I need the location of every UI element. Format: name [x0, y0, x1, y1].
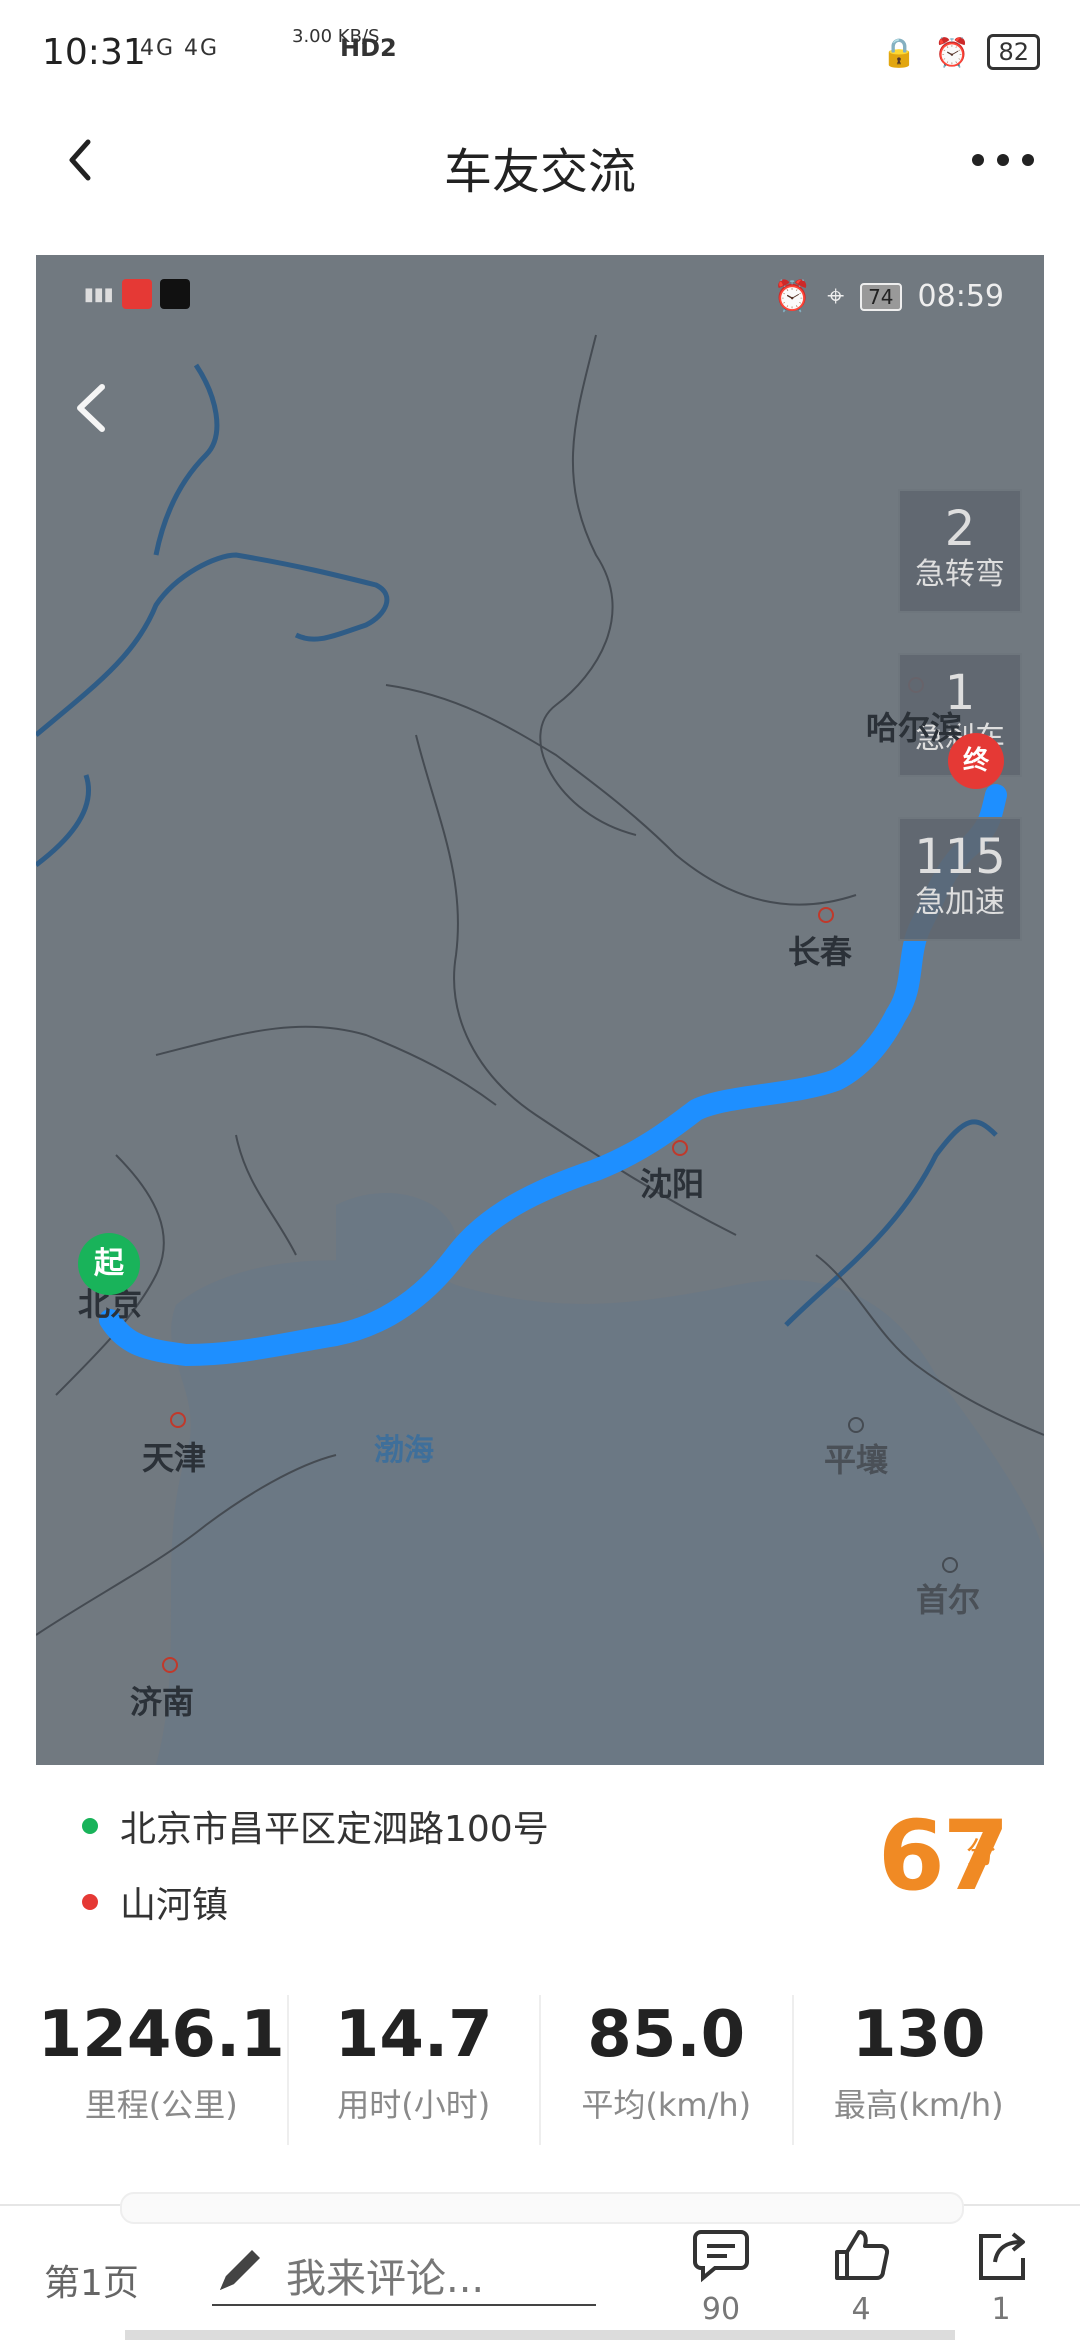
- metric-value: 1246.1: [37, 1998, 285, 2072]
- sharp-turn-stat: 2 急转弯: [898, 489, 1022, 613]
- more-button[interactable]: [968, 140, 1038, 180]
- location-icon: ⌖: [827, 279, 845, 314]
- alarm-icon: ⏰: [773, 279, 812, 314]
- comment-input[interactable]: 我来评论...: [212, 2236, 596, 2306]
- metric-max-speed: 130 最高(km/h): [794, 1995, 1045, 2145]
- home-indicator: [125, 2330, 955, 2340]
- map-canvas: [36, 255, 1044, 1765]
- map-battery-indicator: 74: [860, 282, 902, 311]
- score-unit: 分: [966, 1836, 996, 1871]
- share-count: 1: [991, 2292, 1011, 2327]
- end-marker[interactable]: 终: [948, 733, 1004, 789]
- metric-duration: 14.7 用时(小时): [289, 1995, 541, 2145]
- map-status-bar: ▮▮▮ ⏰ ⌖ 74 08:59: [36, 273, 1044, 323]
- city-label: 平壤: [824, 1441, 889, 1479]
- share-button[interactable]: 1: [956, 2226, 1046, 2327]
- metric-value: 14.7: [334, 1998, 493, 2072]
- metric-label: 平均(km/h): [581, 2086, 752, 2124]
- status-time: 10:31: [42, 32, 146, 73]
- metric-distance: 1246.1 里程(公里): [36, 1995, 289, 2145]
- thumbs-up-icon: [835, 2230, 890, 2280]
- page-title: 车友交流: [443, 144, 636, 200]
- city-label: 哈尔滨: [866, 709, 963, 747]
- sharp-turn-count: 2: [944, 501, 976, 557]
- alarm-icon: ⏰: [934, 35, 970, 69]
- city-label: 济南: [130, 1683, 195, 1721]
- metric-value: 130: [851, 1998, 986, 2072]
- like-count: 4: [851, 2292, 871, 2327]
- trip-metrics: 1246.1 里程(公里) 14.7 用时(小时) 85.0 平均(km/h) …: [36, 1995, 1044, 2145]
- bottom-action-bar: 第1页 我来评论... 90 4 1: [0, 2192, 1080, 2342]
- mic-icon: [121, 279, 152, 309]
- rapid-accel-count: 115: [914, 829, 1006, 885]
- city-label: 沈阳: [640, 1165, 705, 1203]
- comment-placeholder: 我来评论...: [286, 2256, 485, 2302]
- route-map[interactable]: ▮▮▮ ⏰ ⌖ 74 08:59 2 急转弯 1 急刹车 115 急加速 哈尔滨…: [36, 255, 1044, 1765]
- network-indicator: 4G 4G: [140, 36, 220, 61]
- start-marker[interactable]: 起: [78, 1233, 140, 1295]
- city-label: 首尔: [916, 1581, 981, 1619]
- map-status-time: 08:59: [917, 279, 1004, 314]
- comment-icon: [693, 2230, 749, 2283]
- start-dot: [82, 1818, 98, 1834]
- battery-indicator: 82: [987, 34, 1040, 70]
- sea-label: 渤海: [374, 1433, 434, 1468]
- app-header: 车友交流: [0, 110, 1080, 270]
- map-back-button[interactable]: [62, 373, 122, 443]
- metric-label: 用时(小时): [337, 2086, 491, 2124]
- start-address: 北京市昌平区定泗路100号: [120, 1809, 549, 1850]
- city-label: 天津: [142, 1439, 207, 1477]
- end-dot: [82, 1894, 98, 1910]
- rapid-accel-label: 急加速: [915, 885, 1005, 920]
- metric-value: 85.0: [587, 1998, 746, 2072]
- metric-label: 最高(km/h): [833, 2086, 1004, 2124]
- sharp-turn-label: 急转弯: [915, 557, 1005, 592]
- pencil-icon: [220, 2250, 260, 2290]
- city-label: 长春: [788, 933, 853, 971]
- hd-indicator: HD2: [340, 34, 397, 62]
- metric-average-speed: 85.0 平均(km/h): [541, 1995, 794, 2145]
- status-bar: 10:31 4G 4G 3.00 KB/S HD2 🔒 ⏰ 82: [0, 0, 1080, 110]
- page-indicator[interactable]: 第1页: [44, 2254, 139, 2306]
- divider: [120, 2192, 964, 2224]
- rapid-accel-stat: 115 急加速: [898, 817, 1022, 941]
- warning-icon: [159, 279, 190, 309]
- lock-icon: 🔒: [881, 35, 917, 69]
- comment-button[interactable]: 90: [676, 2226, 766, 2327]
- like-button[interactable]: 4: [816, 2226, 906, 2327]
- more-dots-icon: [972, 154, 1034, 166]
- metric-label: 里程(公里): [84, 2086, 238, 2124]
- share-icon: [979, 2232, 1025, 2280]
- chevron-left-icon: [77, 384, 105, 432]
- signal-icon: ▮▮▮: [84, 283, 114, 305]
- end-address: 山河镇: [120, 1885, 229, 1926]
- comment-count: 90: [701, 2292, 741, 2327]
